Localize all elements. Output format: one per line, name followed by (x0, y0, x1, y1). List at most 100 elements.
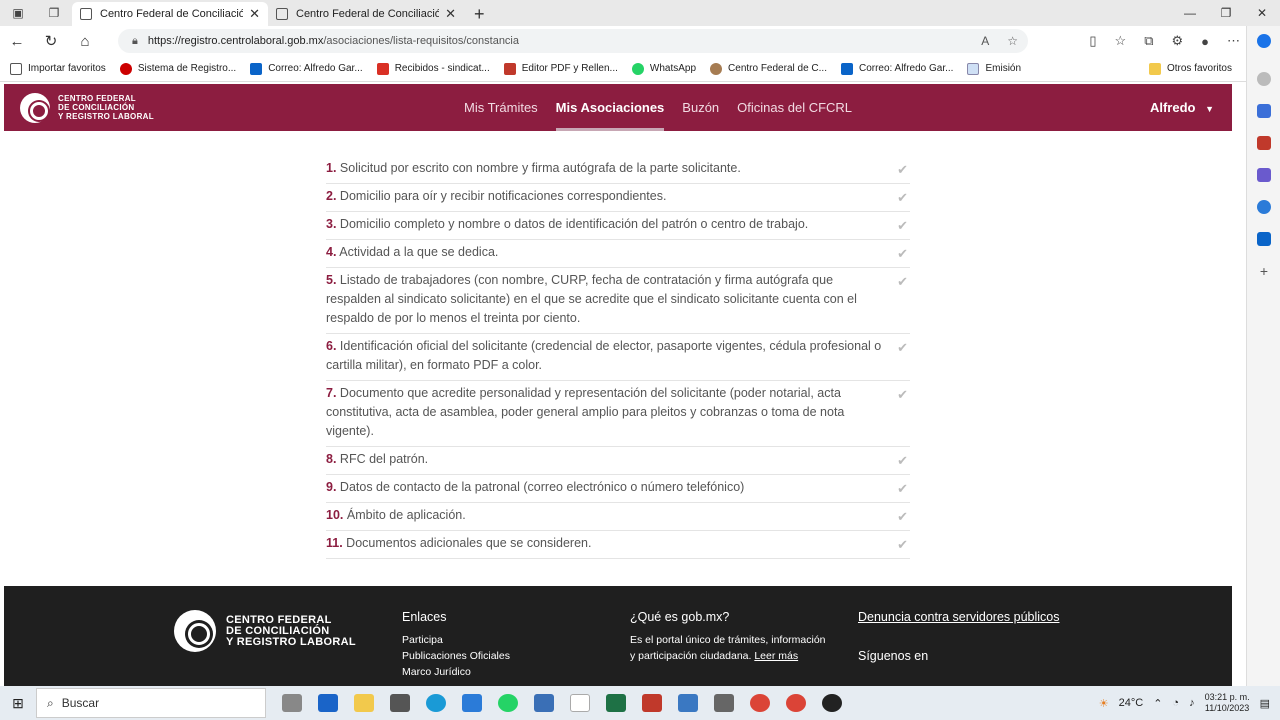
footer-link-publicaciones[interactable]: Publicaciones Oficiales (402, 650, 510, 662)
lock-icon[interactable]: 🔒︎ (132, 35, 138, 48)
footer-link-marco-juridico[interactable]: Marco Jurídico (402, 666, 471, 678)
favorite-star-icon[interactable]: ☆ (1007, 34, 1018, 48)
volume-icon[interactable]: ♪ (1189, 697, 1195, 709)
outlook-icon[interactable] (1257, 232, 1271, 246)
main-content: 1. Solicitud por escrito con nombre y fi… (4, 131, 1232, 586)
home-icon[interactable]: ⌂ (68, 33, 102, 50)
store-icon[interactable] (318, 694, 338, 712)
whatsapp-icon[interactable] (498, 694, 518, 712)
new-tab-button[interactable]: + (464, 2, 495, 26)
req-text: Documentos adicionales que se consideren… (346, 536, 592, 550)
bookmark-item[interactable]: Emisión (967, 62, 1021, 75)
bookmark-item[interactable]: Importar favoritos (10, 62, 106, 75)
extensions-icon[interactable]: ⚙ (1171, 33, 1183, 49)
mail-icon[interactable] (462, 694, 482, 712)
notepad-icon[interactable] (570, 694, 590, 712)
read-aloud-icon[interactable]: A (981, 34, 989, 48)
bookmark-item[interactable]: Centro Federal de C... (710, 62, 827, 75)
bookmark-item[interactable]: Recibidos - sindicat... (376, 62, 490, 75)
requirement-item: 10. Ámbito de aplicación. ✔ (326, 503, 910, 531)
chrome-icon[interactable] (750, 694, 770, 712)
app-icon[interactable] (822, 694, 842, 712)
favorites-icon[interactable]: ☆ (1115, 33, 1127, 49)
cfcrl-logo[interactable]: CENTRO FEDERAL DE CONCILIACIÓN Y REGISTR… (20, 92, 154, 123)
bookmark-item[interactable]: Sistema de Registro... (119, 62, 236, 75)
shopping-icon[interactable] (1257, 104, 1271, 118)
more-icon[interactable]: ⋯ (1227, 33, 1240, 49)
minimize-icon[interactable]: — (1172, 0, 1208, 26)
page-icon (80, 8, 92, 20)
check-icon: ✔ (897, 218, 908, 233)
address-row: ← ↻ ⌂ 🔒︎ https://registro.centrolaboral.… (0, 26, 1246, 56)
bing-icon[interactable] (1257, 34, 1271, 48)
browser-tab-1[interactable]: Centro Federal de Conciliación y ✕ (72, 2, 268, 26)
task-view-icon[interactable] (282, 694, 302, 712)
address-bar[interactable]: 🔒︎ https://registro.centrolaboral.gob.mx… (118, 29, 1028, 53)
other-favorites[interactable]: Otros favoritos (1148, 62, 1232, 75)
bookmark-item[interactable]: WhatsApp (631, 62, 697, 75)
bookmark-label: Editor PDF y Rellen... (521, 63, 618, 74)
close-window-icon[interactable]: ✕ (1244, 0, 1280, 26)
bookmark-item[interactable]: Editor PDF y Rellen... (503, 62, 618, 75)
bookmark-label: WhatsApp (649, 63, 697, 74)
close-tab-icon[interactable]: ✕ (445, 6, 456, 22)
req-text: Ámbito de aplicación. (346, 508, 466, 522)
tab-actions-icon[interactable]: ❐ (36, 0, 72, 26)
site-header: CENTRO FEDERAL DE CONCILIACIÓN Y REGISTR… (4, 84, 1232, 131)
close-tab-icon[interactable]: ✕ (249, 6, 260, 22)
chrome-icon[interactable] (786, 694, 806, 712)
games-icon[interactable] (1257, 168, 1271, 182)
workspaces-icon[interactable]: ▣ (0, 0, 36, 26)
site-icon (119, 62, 132, 75)
bookmark-item[interactable]: Correo: Alfredo Gar... (840, 62, 953, 75)
nav-mis-asociaciones[interactable]: Mis Asociaciones (555, 84, 665, 131)
bookmark-item[interactable]: Correo: Alfredo Gar... (250, 62, 363, 75)
nav-buzon[interactable]: Buzón (682, 84, 719, 131)
split-screen-icon[interactable]: ▯ (1089, 33, 1096, 49)
photos-icon[interactable] (534, 694, 554, 712)
clock[interactable]: 03:21 p. m. 11/10/2023 (1205, 692, 1250, 714)
profile-icon[interactable]: ● (1201, 34, 1209, 49)
office-icon[interactable] (1257, 200, 1271, 214)
outlook-icon (840, 62, 853, 75)
requirement-item: 6. Identificación oficial del solicitant… (326, 334, 910, 381)
footer-logo[interactable]: CENTRO FEDERAL DE CONCILIACIÓN Y REGISTR… (174, 610, 356, 652)
req-number: 11. (326, 536, 343, 550)
pdf-icon[interactable] (642, 694, 662, 712)
add-icon[interactable]: + (1257, 264, 1271, 278)
denuncia-link[interactable]: Denuncia contra servidores públicos (858, 610, 1060, 624)
weather-icon[interactable]: ☀ (1099, 697, 1109, 710)
tray-chevron-icon[interactable]: ⌃ (1153, 697, 1162, 710)
maximize-icon[interactable]: ❐ (1208, 0, 1244, 26)
collections-icon[interactable]: ⧉ (1144, 33, 1153, 49)
leer-mas-link[interactable]: Leer más (754, 650, 798, 662)
calendar-icon[interactable] (678, 694, 698, 712)
excel-icon[interactable] (606, 694, 626, 712)
footer-link-participa[interactable]: Participa (402, 634, 443, 646)
windows-start-icon[interactable]: ⊞ (0, 695, 36, 712)
logo-icon (20, 92, 50, 123)
notifications-icon[interactable]: ▤ (1260, 697, 1270, 710)
back-icon[interactable]: ← (0, 33, 34, 50)
browser-tab-bar: ▣ ❐ Centro Federal de Conciliación y ✕ C… (0, 0, 1280, 26)
taskbar-search[interactable]: ⌕ Buscar (36, 688, 266, 718)
app-icon[interactable] (390, 694, 410, 712)
browser-tab-2[interactable]: Centro Federal de Conciliación y ✕ (268, 2, 464, 26)
search-placeholder: Buscar (61, 696, 100, 710)
user-menu[interactable]: Alfredo ▼ (1150, 84, 1214, 131)
tab-title: Centro Federal de Conciliación y (296, 8, 440, 20)
temperature[interactable]: 24°C (1119, 697, 1144, 709)
calculator-icon[interactable] (714, 694, 734, 712)
edge-icon[interactable] (426, 694, 446, 712)
check-icon: ✔ (897, 340, 908, 355)
file-explorer-icon[interactable] (354, 694, 374, 712)
logo-line: Y REGISTRO LABORAL (58, 112, 154, 121)
nav-mis-tramites[interactable]: Mis Trámites (464, 84, 538, 131)
search-icon[interactable] (1257, 72, 1271, 86)
nav-oficinas[interactable]: Oficinas del CFCRL (737, 84, 852, 131)
url-host: https://registro.centrolaboral.gob.mx (147, 35, 324, 47)
refresh-icon[interactable]: ↻ (34, 32, 68, 50)
network-icon[interactable]: ◔ (1172, 697, 1179, 709)
req-number: 4. (326, 245, 337, 259)
tools-icon[interactable] (1257, 136, 1271, 150)
